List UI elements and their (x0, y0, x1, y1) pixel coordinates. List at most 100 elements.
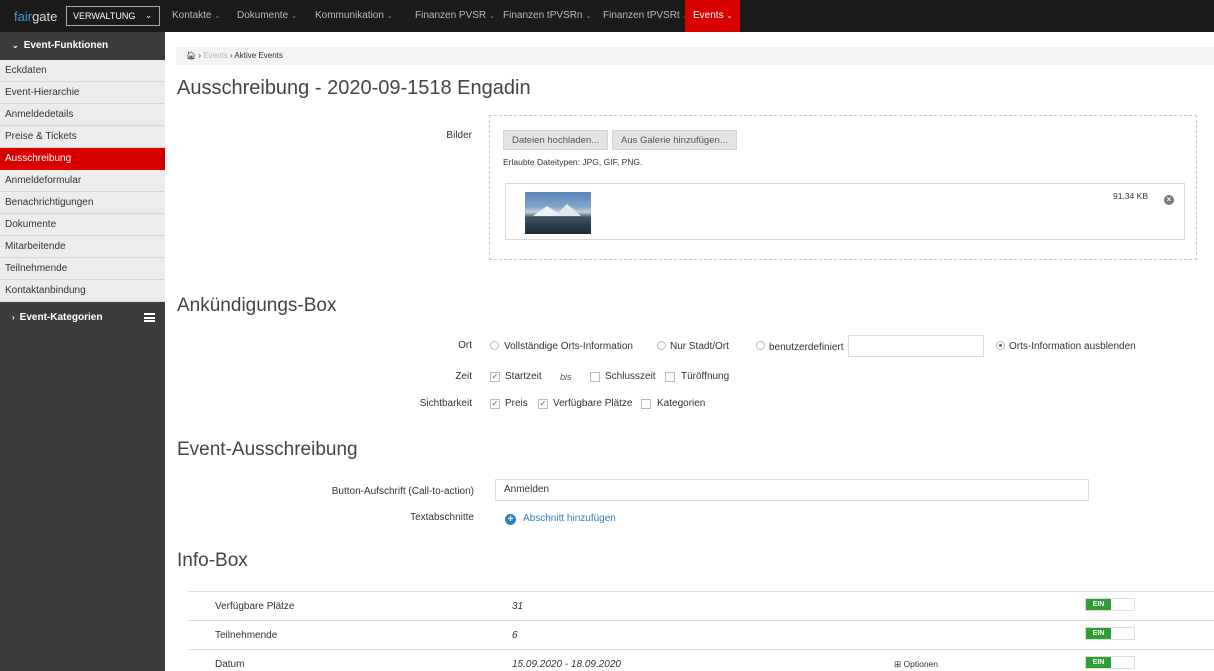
chevron-down-icon: ⌄ (726, 13, 733, 20)
visibility-toggle[interactable]: EIN (1085, 656, 1135, 669)
visibility-toggle[interactable]: EIN (1085, 598, 1135, 611)
top-navbar: fairgate VERWALTUNG ⌄ Kontakte ⌄ Dokumente… (0, 0, 1214, 32)
ort-option-ausblenden-radio[interactable] (996, 341, 1005, 350)
chevron-down-icon: ⌄ (145, 11, 152, 20)
sidebar-item-ausschreibung[interactable]: Ausschreibung (0, 148, 165, 170)
remove-file-icon[interactable]: × (1164, 195, 1174, 205)
verfuegbare-plaetze-checkbox[interactable]: ✓ (538, 399, 548, 409)
table-row: Verfügbare Plätze 31 EIN (188, 591, 1214, 620)
button-aufschrift-label: Button-Aufschrift (Call-to-action) (331, 486, 474, 497)
breadcrumb-events[interactable]: Events (203, 51, 227, 60)
tueroeffnung-checkbox[interactable] (665, 372, 675, 382)
chevron-down-icon: ⌄ (291, 13, 298, 20)
menu-icon[interactable] (144, 313, 155, 322)
ort-option-vollstaendig-radio[interactable] (490, 341, 499, 350)
kategorien-label: Kategorien (657, 398, 706, 409)
ort-label: Ort (458, 340, 472, 351)
add-from-gallery-button[interactable]: Aus Galerie hinzufügen... (612, 130, 737, 150)
table-row: Datum 15.09.2020 - 18.09.2020 ⊞ Optionen… (188, 649, 1214, 671)
chevron-down-icon: ⌄ (214, 13, 221, 20)
chevron-down-icon: ⌄ (386, 13, 393, 20)
plus-square-icon: ⊞ (894, 659, 902, 669)
bis-label: bis (560, 372, 572, 382)
nav-kontakte[interactable]: Kontakte ⌄ (172, 0, 220, 32)
preis-checkbox[interactable]: ✓ (490, 399, 500, 409)
section-heading-ankuendigung: Ankündigungs-Box (177, 295, 337, 316)
startzeit-label: Startzeit (505, 371, 542, 382)
info-row-label: Datum (215, 659, 245, 670)
sidebar-item-mitarbeitende[interactable]: Mitarbeitende (0, 236, 165, 258)
nav-finanzen-pvsr[interactable]: Finanzen PVSR ⌄ (415, 0, 495, 32)
schlusszeit-label: Schlusszeit (605, 371, 656, 382)
sidebar-item-kontaktanbindung[interactable]: Kontaktanbindung (0, 280, 165, 302)
bilder-label: Bilder (446, 130, 472, 141)
nav-finanzen-tpvsrn[interactable]: Finanzen tPVSRn ⌄ (503, 0, 591, 32)
startzeit-checkbox[interactable]: ✓ (490, 372, 500, 382)
schlusszeit-checkbox[interactable] (590, 372, 600, 382)
sidebar-item-anmeldeformular[interactable]: Anmeldeformular (0, 170, 165, 192)
page-title: Ausschreibung - 2020-09-1518 Engadin (177, 77, 531, 99)
chevron-down-icon: ⌄ (12, 41, 19, 50)
sidebar-group-label: Event-Funktionen (23, 40, 109, 51)
nav-events[interactable]: Events ⌄ (685, 0, 741, 32)
chevron-down-icon: ⌄ (489, 13, 496, 20)
ort-option-label: Vollständige Orts-Information (504, 341, 633, 352)
ort-custom-input[interactable] (848, 335, 984, 357)
info-row-value: 15.09.2020 - 18.09.2020 (512, 659, 621, 670)
fairgate-logo[interactable]: fairgate (14, 9, 57, 24)
nav-label: Events (693, 10, 724, 21)
mode-select-label: VERWALTUNG (73, 11, 136, 21)
breadcrumb-aktive-events: Aktive Events (234, 51, 283, 60)
logo-gate-text: gate (32, 9, 58, 24)
uploaded-file-item: 91.34 KB × (505, 183, 1185, 240)
sidebar-item-anmeldedetails[interactable]: Anmeldedetails (0, 104, 165, 126)
nav-kommunikation[interactable]: Kommunikation ⌄ (315, 0, 393, 32)
nav-finanzen-tpvsrt[interactable]: Finanzen tPVSRt⌄ (603, 0, 689, 32)
home-icon[interactable]: 🏠︎ (186, 51, 196, 60)
allowed-filetypes-note: Erlaubte Dateitypen: JPG, GIF, PNG. (503, 157, 643, 167)
sidebar-group-event-kategorien[interactable]: › Event-Kategorien (0, 304, 165, 332)
visibility-toggle[interactable]: EIN (1085, 627, 1135, 640)
info-row-value: 6 (512, 630, 518, 641)
toggle-on-label: EIN (1086, 657, 1111, 668)
optionen-toggle[interactable]: ⊞ Optionen (894, 659, 938, 670)
zeit-label: Zeit (455, 371, 472, 382)
sidebar-item-dokumente[interactable]: Dokumente (0, 214, 165, 236)
sidebar-group-label: Event-Kategorien (19, 312, 103, 323)
add-circle-icon[interactable]: + (505, 514, 516, 525)
nav-label: Finanzen PVSR (415, 10, 487, 21)
table-row: Teilnehmende 6 EIN (188, 620, 1214, 649)
sichtbarkeit-label: Sichtbarkeit (419, 398, 472, 409)
sidebar: ⌄ Event-Funktionen Eckdaten Event-Hierarc… (0, 32, 165, 671)
optionen-label: Optionen (903, 659, 939, 669)
add-section-link[interactable]: Abschnitt hinzufügen (523, 513, 616, 524)
nav-label: Kontakte (172, 10, 212, 21)
ort-option-label: Orts-Information ausblenden (1009, 341, 1136, 352)
info-row-label: Verfügbare Plätze (215, 601, 295, 612)
ort-option-stadt-radio[interactable] (657, 341, 666, 350)
mode-select[interactable]: VERWALTUNG ⌄ (66, 6, 160, 26)
sidebar-group-event-funktionen[interactable]: ⌄ Event-Funktionen (0, 32, 165, 60)
button-aufschrift-input[interactable]: Anmelden (495, 479, 1089, 501)
nav-label: Kommunikation (315, 10, 384, 21)
nav-dokumente[interactable]: Dokumente ⌄ (237, 0, 297, 32)
sidebar-item-preise-tickets[interactable]: Preise & Tickets (0, 126, 165, 148)
sidebar-item-benachrichtigungen[interactable]: Benachrichtigungen (0, 192, 165, 214)
file-size: 91.34 KB (1113, 191, 1148, 201)
ort-option-benutzerdefiniert-radio[interactable] (756, 341, 765, 350)
logo-fair-text: fair (14, 9, 33, 24)
section-heading-event-ausschreibung: Event-Ausschreibung (177, 439, 358, 460)
sidebar-item-teilnehmende[interactable]: Teilnehmende (0, 258, 165, 280)
nav-label: Finanzen tPVSRt (603, 10, 680, 21)
info-row-label: Teilnehmende (215, 630, 278, 641)
chevron-right-icon: › (12, 313, 15, 322)
nav-label: Dokumente (237, 10, 289, 21)
kategorien-checkbox[interactable] (641, 399, 651, 409)
section-heading-info-box: Info-Box (177, 550, 248, 571)
verfuegbare-plaetze-label: Verfügbare Plätze (553, 398, 633, 409)
upload-files-button[interactable]: Dateien hochladen... (503, 130, 609, 150)
breadcrumb: 🏠︎ › Events › Aktive Events (176, 47, 1214, 65)
sidebar-item-eckdaten[interactable]: Eckdaten (0, 60, 165, 82)
sidebar-item-event-hierarchie[interactable]: Event-Hierarchie (0, 82, 165, 104)
toggle-on-label: EIN (1086, 628, 1111, 639)
